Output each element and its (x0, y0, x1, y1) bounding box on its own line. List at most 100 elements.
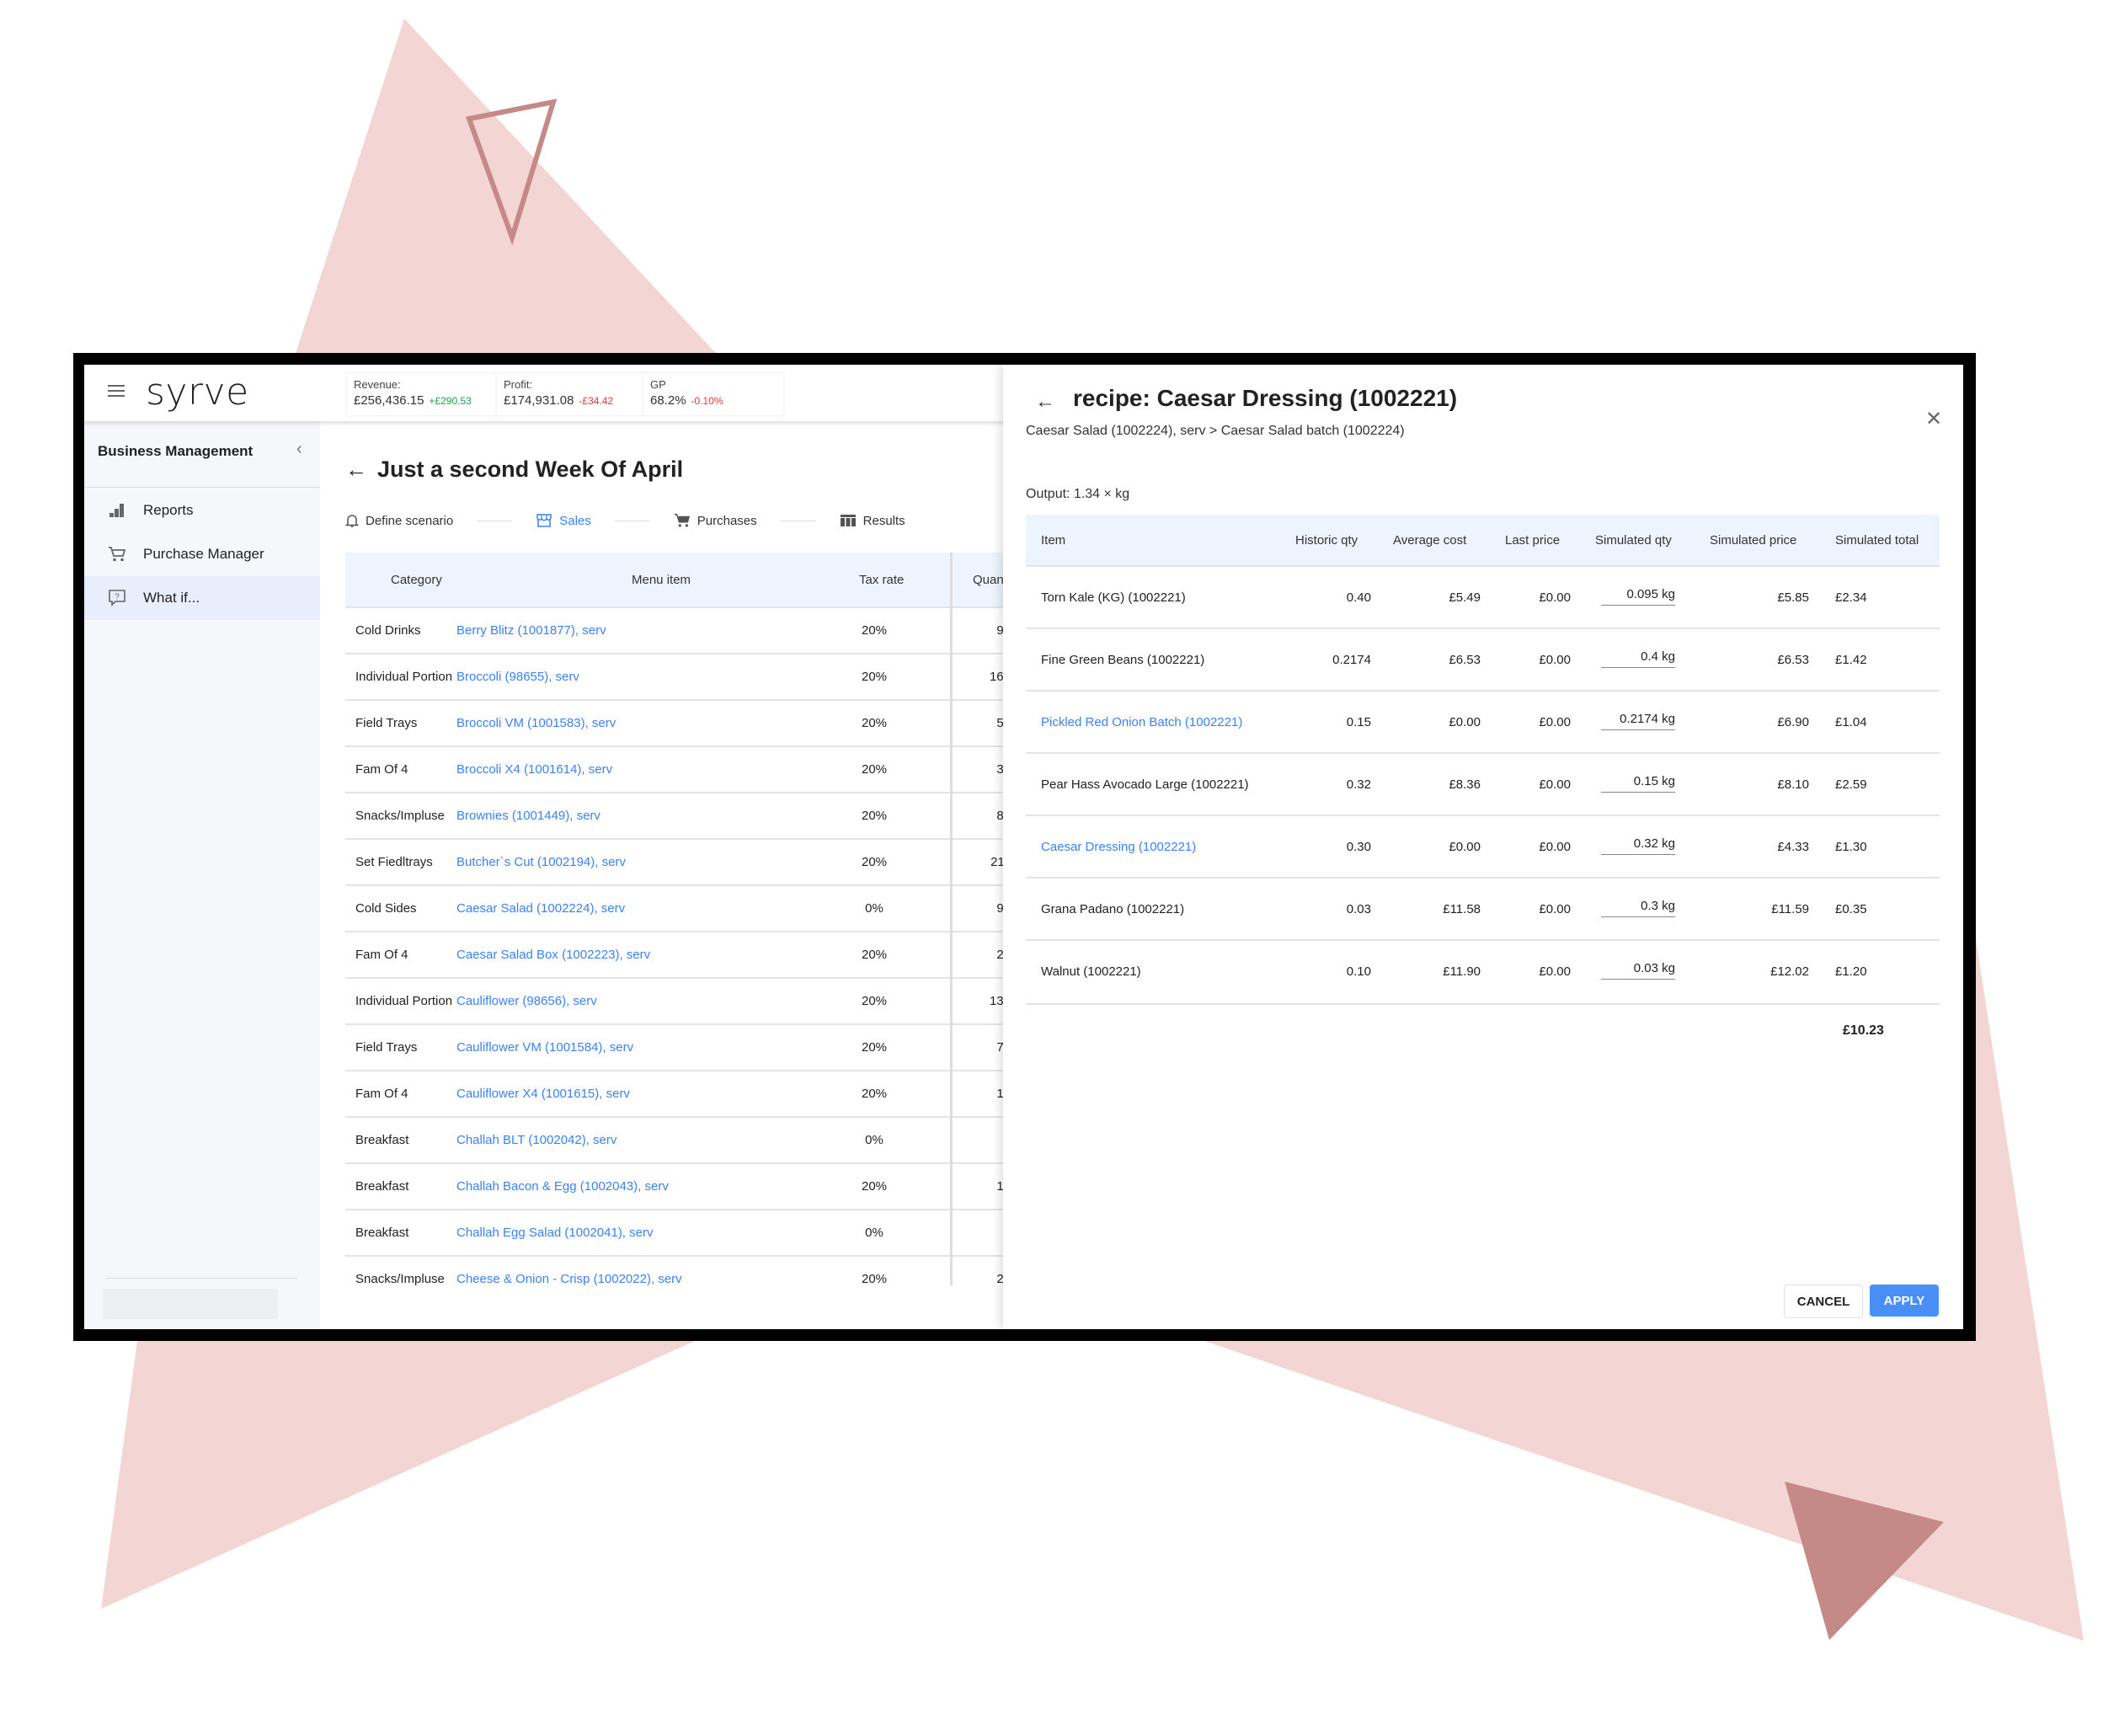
cell-tax-rate: 20% (861, 716, 888, 730)
column-header-menu-item[interactable]: Menu item (632, 573, 691, 587)
cell-tax-rate: 20% (861, 623, 888, 638)
chevron-left-icon[interactable]: ‹ (296, 440, 302, 459)
column-header-historic-qty[interactable]: Historic qty (1295, 533, 1358, 548)
cell-average-cost: £6.53 (1449, 653, 1481, 667)
cell-menu-item-link[interactable]: Challah BLT (1002042), serv (456, 1133, 616, 1147)
table-row[interactable]: Snacks/Impluse Cheese & Onion - Crisp (10… (345, 1255, 1011, 1285)
cell-average-cost: £0.00 (1449, 840, 1481, 854)
cell-simulated-price: £6.90 (1777, 715, 1809, 729)
column-header-item[interactable]: Item (1041, 533, 1065, 548)
cell-item[interactable]: Caesar Dressing (1002221) (1041, 840, 1196, 854)
cell-menu-item-link[interactable]: Butcher`s Cut (1002194), serv (456, 855, 626, 869)
cell-simulated-price: £12.02 (1770, 964, 1809, 979)
cell-simulated-total: £1.20 (1835, 964, 1867, 979)
table-row[interactable]: Breakfast Challah Bacon & Egg (1002043), … (345, 1162, 1011, 1210)
kpi-delta: -0.10% (691, 395, 723, 407)
cell-historic-qty: 0.15 (1346, 715, 1371, 729)
cell-item: Grana Padano (1002221) (1041, 902, 1185, 916)
simulated-qty-input[interactable]: 0.095 kg (1601, 587, 1675, 606)
cell-category: Breakfast (355, 1133, 409, 1147)
table-row[interactable]: Field Trays Broccoli VM (1001583), serv 20… (345, 699, 1011, 746)
simulated-qty-input[interactable]: 0.3 kg (1601, 899, 1675, 917)
hamburger-icon[interactable] (108, 385, 125, 397)
kpi-value: £174,931.08 (504, 393, 574, 408)
app-window: syrve Revenue: £256,436.15 +£290.53 Profi… (84, 365, 1963, 1329)
cell-menu-item-link[interactable]: Berry Blitz (1001877), serv (456, 623, 606, 638)
column-header-simulated-qty[interactable]: Simulated qty (1595, 533, 1672, 548)
table-row[interactable]: Individual Portion Cauliflower (98656), s… (345, 977, 1011, 1024)
cell-category: Snacks/Impluse (355, 809, 445, 823)
cell-last-price: £0.00 (1539, 902, 1571, 916)
kpi-delta: +£290.53 (429, 395, 472, 407)
bell-icon (345, 513, 359, 528)
table-row[interactable]: BreakfastChallah BLT (1002042), serv0%5 (345, 1116, 1011, 1163)
table-row[interactable]: Fam Of 4 Cauliflower X4 (1001615), serv 20… (345, 1070, 1011, 1117)
table-row[interactable]: Cold Sides Caesar Salad (1002224), serv 0%… (345, 884, 1011, 932)
cell-menu-item-link[interactable]: Challah Egg Salad (1002041), serv (456, 1226, 653, 1240)
cart-icon (674, 512, 691, 529)
cell-menu-item-link[interactable]: Broccoli (98655), serv (456, 670, 579, 684)
simulated-qty-input[interactable]: 0.2174 kg (1601, 712, 1675, 730)
kpi-label: GP (650, 378, 666, 391)
divider (1026, 1003, 1940, 1005)
bar-chart-icon (106, 503, 128, 518)
cell-menu-item-link[interactable]: Broccoli VM (1001583), serv (456, 716, 616, 730)
sidebar-item-what-if[interactable]: ? What if... (84, 576, 320, 620)
cell-simulated-total: £2.59 (1835, 777, 1867, 792)
cell-menu-item-link[interactable]: Caesar Salad Box (1002223), serv (456, 948, 650, 962)
cell-historic-qty: 0.40 (1346, 590, 1371, 605)
step-define-scenario[interactable]: Define scenario (345, 513, 453, 528)
column-header-category[interactable]: Category (391, 573, 442, 587)
table-row[interactable]: Cold Drinks Berry Blitz (1001877), serv 20… (345, 606, 1011, 654)
kpi-profit: Profit: £174,931.08 -£34.42 (497, 373, 645, 415)
cell-menu-item-link[interactable]: Broccoli X4 (1001614), serv (456, 762, 612, 777)
cell-menu-item-link[interactable]: Cauliflower VM (1001584), serv (456, 1040, 633, 1055)
step-sales[interactable]: Sales (536, 513, 591, 528)
divider (84, 487, 320, 488)
step-label: Sales (559, 513, 591, 528)
table-row[interactable]: Set Fiedltrays Butcher`s Cut (1002194), s… (345, 838, 1011, 885)
table-row[interactable]: Snacks/Impluse Brownies (1001449), serv 20… (345, 792, 1011, 839)
close-icon[interactable]: ✕ (1925, 407, 1942, 431)
sidebar-item-purchase-manager[interactable]: Purchase Manager (84, 532, 320, 576)
arrow-left-icon[interactable]: ← (345, 457, 367, 483)
column-header-simulated-price[interactable]: Simulated price (1710, 533, 1796, 548)
table-row[interactable]: Fam Of 4Broccoli X4 (1001614), serv20%35 (345, 745, 1011, 793)
simulated-qty-input[interactable]: 0.15 kg (1601, 774, 1675, 793)
cell-item[interactable]: Pickled Red Onion Batch (1002221) (1041, 715, 1242, 729)
cell-category: Set Fiedltrays (355, 855, 433, 869)
cell-menu-item-link[interactable]: Caesar Salad (1002224), serv (456, 901, 625, 916)
arrow-left-icon[interactable]: ← (1035, 390, 1055, 414)
cell-menu-item-link[interactable]: Cauliflower (98656), serv (456, 994, 597, 1008)
cell-tax-rate: 20% (861, 670, 888, 684)
cell-category: Field Trays (355, 1040, 418, 1055)
cell-menu-item-link[interactable]: Brownies (1001449), serv (456, 809, 600, 823)
apply-button[interactable]: APPLY (1870, 1285, 1939, 1317)
simulated-qty-input[interactable]: 0.03 kg (1601, 961, 1675, 980)
simulated-qty-input[interactable]: 0.32 kg (1601, 836, 1675, 855)
table-row[interactable]: Fam Of 4 Caesar Salad Box (1002223), serv… (345, 931, 1011, 978)
cell-menu-item-link[interactable]: Cauliflower X4 (1001615), serv (456, 1087, 630, 1101)
cell-category: Fam Of 4 (355, 1087, 408, 1101)
cell-historic-qty: 0.32 (1346, 777, 1371, 792)
table-row[interactable]: Breakfast Challah Egg Salad (1002041), se… (345, 1209, 1011, 1256)
column-header-simulated-total[interactable]: Simulated total (1835, 533, 1919, 548)
cancel-button[interactable]: CANCEL (1784, 1285, 1863, 1318)
column-header-average-cost[interactable]: Average cost (1393, 533, 1466, 548)
step-results[interactable]: Results (840, 514, 905, 528)
step-purchases[interactable]: Purchases (674, 512, 757, 529)
cart-icon (106, 546, 128, 563)
simulated-qty-input[interactable]: 0.4 kg (1601, 649, 1675, 668)
column-header-last-price[interactable]: Last price (1505, 533, 1560, 548)
cell-simulated-price: £4.33 (1777, 840, 1809, 854)
cell-simulated-total: £2.34 (1835, 590, 1867, 605)
table-row[interactable]: Individual Portion Broccoli (98655), serv… (345, 653, 1011, 700)
cell-average-cost: £11.58 (1443, 902, 1481, 916)
column-header-quantity[interactable]: Quan (973, 573, 1004, 587)
table-row[interactable]: Field Trays Cauliflower VM (1001584), ser… (345, 1023, 1011, 1071)
kpi-value: £256,436.15 (354, 393, 424, 408)
column-header-tax-rate[interactable]: Tax rate (859, 573, 904, 587)
cell-menu-item-link[interactable]: Challah Bacon & Egg (1002043), serv (456, 1179, 669, 1194)
sidebar-item-reports[interactable]: Reports (84, 489, 320, 532)
cell-menu-item-link[interactable]: Cheese & Onion - Crisp (1002022), serv (456, 1272, 682, 1285)
